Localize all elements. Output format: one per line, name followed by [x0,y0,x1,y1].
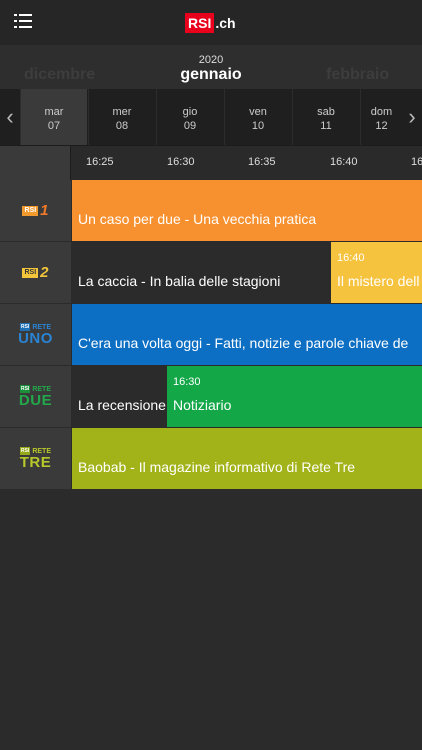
chevron-left-icon[interactable]: ‹ [0,89,20,145]
program-cell[interactable]: Un caso per due - Una vecchia pratica [72,180,422,241]
time-tick: 16:40 [330,156,358,168]
top-bar: RSI .ch [0,0,422,45]
program-cell[interactable]: C'era una volta oggi - Fatti, notizie e … [72,304,422,365]
program-title: Un caso per due - Una vecchia pratica [78,211,317,227]
channel-row: RSI RETE DUE La recensione 16:30 Notiziar… [0,366,422,427]
program-title: Notiziario [173,397,232,413]
day-tab[interactable]: gio 09 [156,89,223,145]
day-tab[interactable]: mar 07 [20,89,87,145]
program-time: 16:40 [337,252,365,264]
program-title: La caccia - In balia delle stagioni [78,273,281,289]
month-selector: 2020 dicembre gennaio febbraio [0,45,422,89]
day-tab[interactable]: dom 12 [360,89,402,145]
channel-logo-la2[interactable]: RSI 2 [0,242,71,303]
program-time: 16:30 [173,376,201,388]
channel-logo-rete-due[interactable]: RSI RETE DUE [0,366,71,427]
program-title: La recensione [78,397,166,413]
channel-row: RSI RETE UNO C'era una volta oggi - Fatti… [0,304,422,365]
program-cell[interactable]: 16:40 Il mistero dell [331,242,422,303]
program-cell[interactable]: La caccia - In balia delle stagioni [72,242,330,303]
channel-row: RSI RETE TRE Baobab - Il magazine informa… [0,428,422,489]
channel-logo-rete-uno[interactable]: RSI RETE UNO [0,304,71,365]
channel-logo-la1[interactable]: RSI 1 [0,180,71,241]
channel-logo-rete-tre[interactable]: RSI RETE TRE [0,428,71,489]
logo-text: RSI [185,12,215,33]
program-title: Il mistero dell [337,273,420,289]
year-label: 2020 [198,54,224,66]
day-tab[interactable]: sab 11 [292,89,359,145]
next-month[interactable]: febbraio [326,66,389,84]
day-selector: ‹ mar 07 mer 08 gio 09 ven 10 sab 11 dom… [0,89,422,145]
time-ruler-corner [0,146,71,180]
time-tick: 16:30 [167,156,195,168]
time-tick: 16:25 [86,156,114,168]
program-cell[interactable]: 16:30 Notiziario [167,366,422,427]
channel-row: RSI 2 La caccia - In balia delle stagion… [0,242,422,303]
day-tab[interactable]: mer 08 [88,89,155,145]
program-cell[interactable]: Baobab - Il magazine informativo di Rete… [72,428,422,489]
time-tick: 16:35 [248,156,276,168]
chevron-right-icon[interactable]: › [402,89,422,145]
menu-icon[interactable] [14,14,32,30]
channel-row: RSI 1 Un caso per due - Una vecchia prat… [0,180,422,241]
day-tab[interactable]: ven 10 [224,89,291,145]
rsi-logo: RSI .ch [185,12,236,33]
time-tick: 16:45 [411,156,422,168]
time-ruler: 16:25 16:30 16:35 16:40 16:45 [0,145,422,180]
program-title: C'era una volta oggi - Fatti, notizie e … [78,335,409,351]
logo-suffix: .ch [215,14,236,31]
program-title: Baobab - Il magazine informativo di Rete… [78,459,356,475]
program-cell[interactable]: La recensione [72,366,167,427]
